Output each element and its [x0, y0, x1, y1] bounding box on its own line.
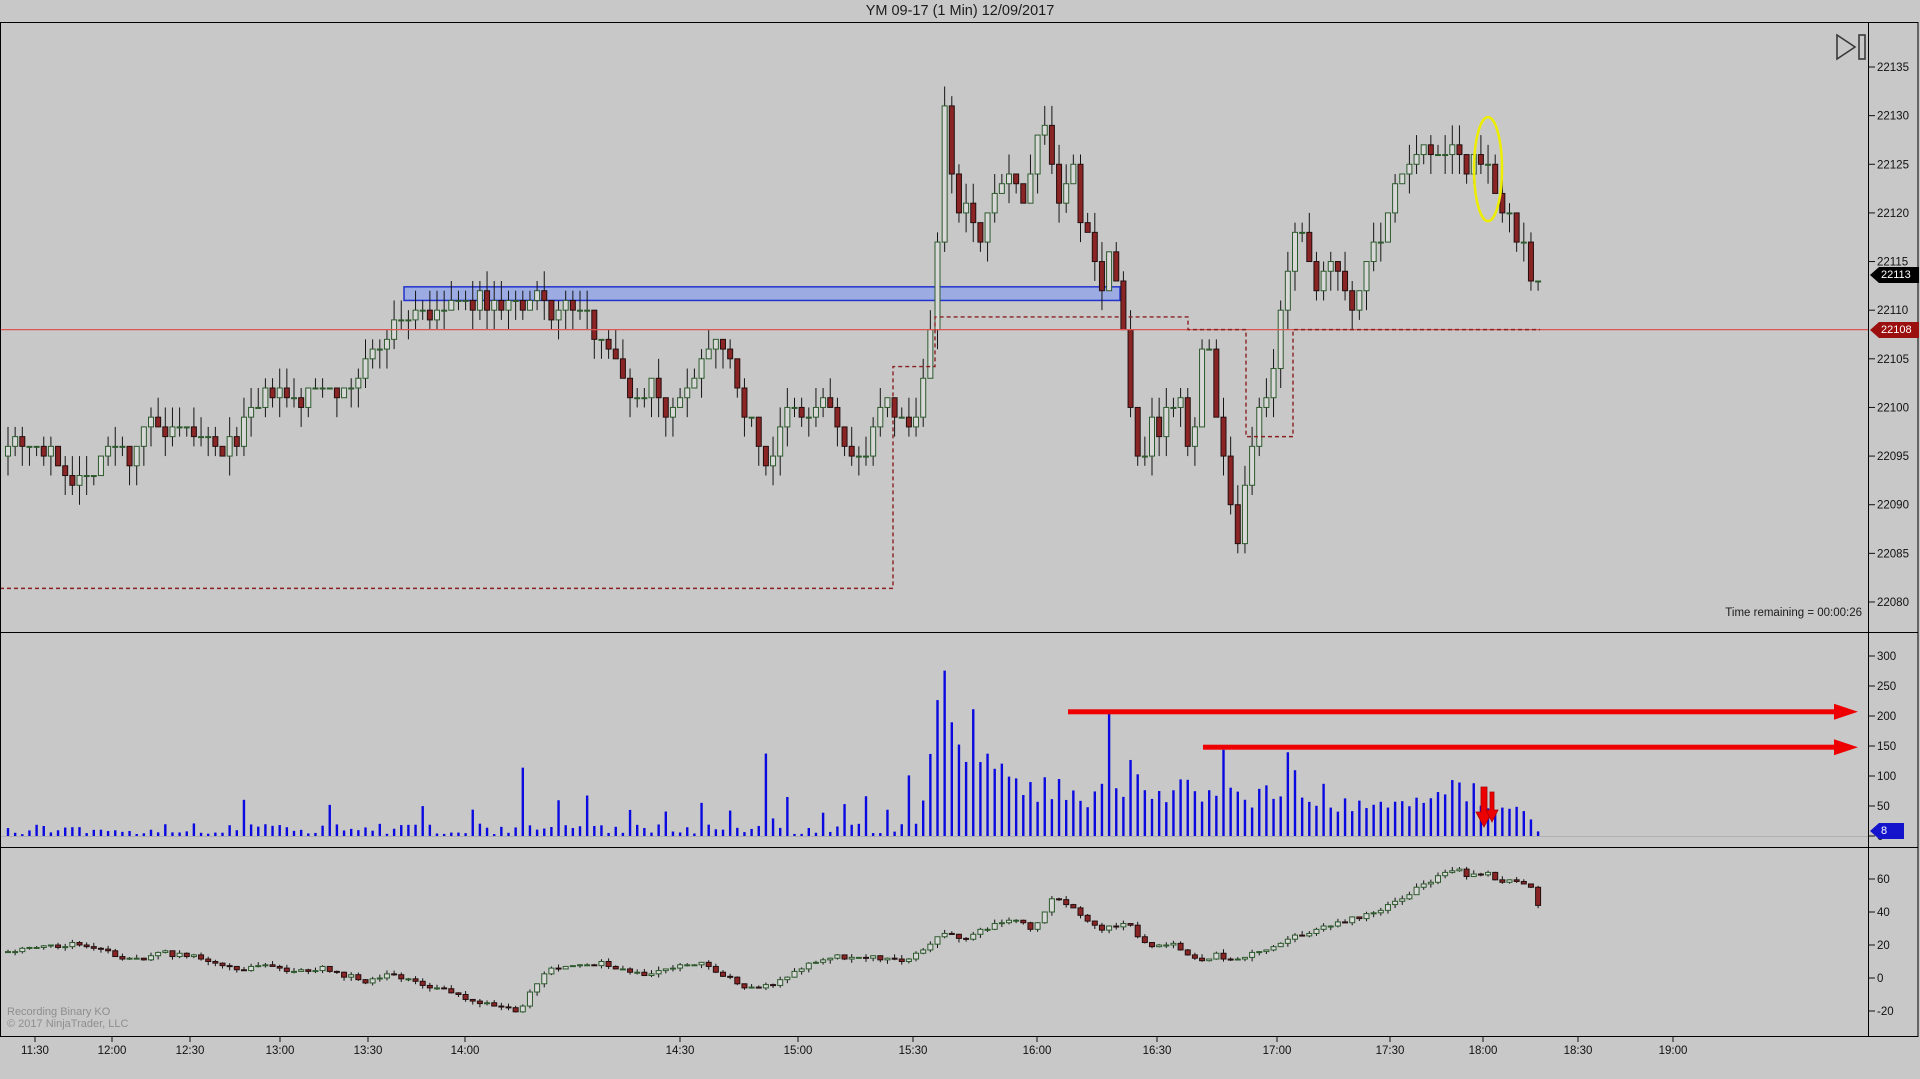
blue-rect-drawing[interactable]	[403, 286, 1121, 302]
svg-text:22120: 22120	[1877, 208, 1909, 220]
svg-text:18:30: 18:30	[1564, 1045, 1593, 1057]
svg-text:150: 150	[1877, 741, 1896, 753]
svg-text:22090: 22090	[1877, 500, 1909, 512]
svg-text:250: 250	[1877, 681, 1896, 693]
volume-panel	[0, 670, 1868, 837]
svg-text:17:00: 17:00	[1263, 1045, 1292, 1057]
svg-text:22080: 22080	[1877, 597, 1909, 609]
svg-text:22115: 22115	[1877, 257, 1908, 269]
svg-text:18:00: 18:00	[1469, 1045, 1498, 1057]
volume-arrows	[1068, 703, 1858, 828]
skip-to-end-icon[interactable]	[1833, 32, 1873, 64]
svg-text:19:00: 19:00	[1659, 1045, 1688, 1057]
svg-text:13:30: 13:30	[354, 1045, 383, 1057]
svg-text:16:30: 16:30	[1143, 1045, 1172, 1057]
watermark-line1: Recording Binary KO	[7, 1006, 111, 1018]
svg-text:100: 100	[1877, 771, 1896, 783]
svg-text:12:30: 12:30	[176, 1045, 205, 1057]
svg-text:14:00: 14:00	[451, 1045, 480, 1057]
watermark-line2: © 2017 NinjaTrader, LLC	[7, 1018, 129, 1030]
svg-text:22135: 22135	[1877, 62, 1909, 74]
svg-text:15:30: 15:30	[899, 1045, 928, 1057]
svg-text:17:30: 17:30	[1376, 1045, 1405, 1057]
svg-text:40: 40	[1877, 907, 1890, 919]
svg-text:13:00: 13:00	[266, 1045, 295, 1057]
svg-text:200: 200	[1877, 711, 1896, 723]
svg-text:60: 60	[1877, 874, 1890, 886]
svg-text:50: 50	[1877, 801, 1890, 813]
svg-text:22130: 22130	[1877, 111, 1909, 123]
svg-text:22085: 22085	[1877, 548, 1909, 560]
chart-window: YM 09-17 (1 Min) 12/09/2017 22135 22130 22…	[0, 0, 1920, 1079]
last-price-tag: 22113	[1870, 267, 1919, 283]
svg-text:300: 300	[1877, 651, 1896, 663]
time-remaining-label: Time remaining = 00:00:26	[1725, 607, 1862, 619]
svg-text:14:30: 14:30	[666, 1045, 695, 1057]
svg-text:0: 0	[1877, 973, 1883, 985]
svg-text:22125: 22125	[1877, 159, 1909, 171]
watermark: Recording Binary KO © 2017 NinjaTrader, …	[7, 1006, 128, 1030]
svg-text:22100: 22100	[1877, 402, 1909, 414]
svg-text:15:00: 15:00	[784, 1045, 813, 1057]
svg-text:22105: 22105	[1877, 354, 1909, 366]
svg-text:12:00: 12:00	[98, 1045, 127, 1057]
svg-text:16:00: 16:00	[1023, 1045, 1052, 1057]
svg-text:22095: 22095	[1877, 451, 1909, 463]
svg-text:20: 20	[1877, 940, 1890, 952]
indicator-panel	[5, 866, 1542, 1013]
svg-text:22110: 22110	[1877, 305, 1908, 317]
svg-text:-20: -20	[1877, 1006, 1894, 1018]
chart-canvas[interactable]: 22135 22130 22125 22120 22115 22110 22105 22100…	[0, 0, 1920, 1079]
hline-price-tag: 22108	[1870, 322, 1919, 338]
price-panel	[5, 86, 1542, 554]
svg-text:11:30: 11:30	[21, 1045, 49, 1057]
